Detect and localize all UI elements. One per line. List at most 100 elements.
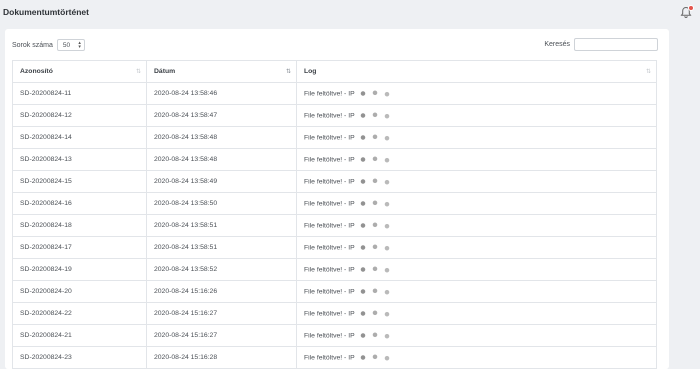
cell-id: SD-20200824-15 <box>12 170 147 193</box>
rows-per-page-control: Sorok száma 50 ▴ ▾ <box>12 39 85 51</box>
cell-date: 2020-08-24 15:16:26 <box>146 280 297 303</box>
cell-date: 2020-08-24 13:58:49 <box>146 170 297 193</box>
redacted-ip <box>356 265 397 273</box>
table-row[interactable]: SD-20200824-18 2020-08-24 13:58:51 File … <box>12 214 657 237</box>
cell-log: File feltöltve! - IP <box>296 324 657 347</box>
log-text: File feltöltve! - IP <box>304 222 355 230</box>
cell-date: 2020-08-24 13:58:47 <box>146 104 297 127</box>
redacted-ip <box>356 353 397 361</box>
cell-date: 2020-08-24 13:58:48 <box>146 126 297 149</box>
cell-log: File feltöltve! - IP <box>296 148 657 171</box>
updown-arrows-icon: ▴ ▾ <box>78 40 81 50</box>
cell-date: 2020-08-24 13:58:50 <box>146 192 297 215</box>
redacted-ip <box>356 177 397 185</box>
table-row[interactable]: SD-20200824-20 2020-08-24 15:16:26 File … <box>12 280 657 303</box>
search-label: Keresés <box>544 41 570 48</box>
column-header-azonosito[interactable]: Azonosító ⇅ <box>12 60 147 83</box>
log-text: File feltöltve! - IP <box>304 332 355 340</box>
log-text: File feltöltve! - IP <box>304 90 355 98</box>
cell-date: 2020-08-24 15:16:28 <box>146 346 297 369</box>
notification-badge <box>688 5 694 11</box>
cell-date: 2020-08-24 13:58:46 <box>146 82 297 105</box>
table-header-row: Azonosító ⇅ Dátum ⇅ Log ⇅ <box>12 60 657 83</box>
cell-id: SD-20200824-16 <box>12 192 147 215</box>
log-text: File feltöltve! - IP <box>304 310 355 318</box>
log-text: File feltöltve! - IP <box>304 354 355 362</box>
cell-log: File feltöltve! - IP <box>296 258 657 281</box>
redacted-ip <box>356 243 397 251</box>
history-card: Sorok száma 50 ▴ ▾ Keresés Azonosító ⇅ Dá… <box>5 29 669 369</box>
table-row[interactable]: SD-20200824-19 2020-08-24 13:58:52 File … <box>12 258 657 281</box>
cell-log: File feltöltve! - IP <box>296 214 657 237</box>
table-row[interactable]: SD-20200824-13 2020-08-24 13:58:48 File … <box>12 148 657 171</box>
table-row[interactable]: SD-20200824-12 2020-08-24 13:58:47 File … <box>12 104 657 127</box>
table-row[interactable]: SD-20200824-21 2020-08-24 15:16:27 File … <box>12 324 657 347</box>
search-control: Keresés <box>544 38 658 51</box>
log-text: File feltöltve! - IP <box>304 288 355 296</box>
cell-date: 2020-08-24 15:16:27 <box>146 302 297 325</box>
column-header-datum[interactable]: Dátum ⇅ <box>146 60 297 83</box>
redacted-ip <box>356 309 397 317</box>
cell-date: 2020-08-24 13:58:51 <box>146 214 297 237</box>
cell-id: SD-20200824-11 <box>12 82 147 105</box>
redacted-ip <box>356 89 397 97</box>
cell-date: 2020-08-24 15:16:27 <box>146 324 297 347</box>
cell-id: SD-20200824-14 <box>12 126 147 149</box>
table-row[interactable]: SD-20200824-22 2020-08-24 15:16:27 File … <box>12 302 657 325</box>
top-bar: Dokumentumtörténet <box>0 0 700 28</box>
table-row[interactable]: SD-20200824-11 2020-08-24 13:58:46 File … <box>12 82 657 105</box>
cell-date: 2020-08-24 13:58:48 <box>146 148 297 171</box>
cell-date: 2020-08-24 13:58:51 <box>146 236 297 259</box>
search-input[interactable] <box>574 38 658 51</box>
cell-id: SD-20200824-23 <box>12 346 147 369</box>
rows-per-page-value: 50 <box>62 41 71 49</box>
column-header-label: Log <box>304 68 317 75</box>
rows-per-page-label: Sorok száma <box>12 41 53 49</box>
table-row[interactable]: SD-20200824-17 2020-08-24 13:58:51 File … <box>12 236 657 259</box>
notification-bell-button[interactable] <box>680 5 694 20</box>
cell-log: File feltöltve! - IP <box>296 236 657 259</box>
log-text: File feltöltve! - IP <box>304 156 355 164</box>
table-row[interactable]: SD-20200824-14 2020-08-24 13:58:48 File … <box>12 126 657 149</box>
cell-id: SD-20200824-22 <box>12 302 147 325</box>
cell-date: 2020-08-24 13:58:52 <box>146 258 297 281</box>
cell-log: File feltöltve! - IP <box>296 302 657 325</box>
cell-log: File feltöltve! - IP <box>296 280 657 303</box>
cell-id: SD-20200824-19 <box>12 258 147 281</box>
redacted-ip <box>356 199 397 207</box>
cell-id: SD-20200824-13 <box>12 148 147 171</box>
log-text: File feltöltve! - IP <box>304 244 355 252</box>
redacted-ip <box>356 331 397 339</box>
column-header-label: Azonosító <box>20 68 53 75</box>
cell-id: SD-20200824-12 <box>12 104 147 127</box>
log-text: File feltöltve! - IP <box>304 134 355 142</box>
column-header-log[interactable]: Log ⇅ <box>296 60 657 83</box>
cell-id: SD-20200824-18 <box>12 214 147 237</box>
cell-log: File feltöltve! - IP <box>296 82 657 105</box>
sort-icon: ⇅ <box>135 69 141 75</box>
sort-ascending-icon: ⇅ <box>285 69 291 75</box>
table-row[interactable]: SD-20200824-16 2020-08-24 13:58:50 File … <box>12 192 657 215</box>
cell-id: SD-20200824-20 <box>12 280 147 303</box>
column-header-label: Dátum <box>154 68 176 75</box>
rows-per-page-select[interactable]: 50 ▴ ▾ <box>56 39 85 51</box>
table-row[interactable]: SD-20200824-15 2020-08-24 13:58:49 File … <box>12 170 657 193</box>
redacted-ip <box>356 287 397 295</box>
cell-id: SD-20200824-21 <box>12 324 147 347</box>
cell-log: File feltöltve! - IP <box>296 126 657 149</box>
redacted-ip <box>356 155 397 163</box>
cell-id: SD-20200824-17 <box>12 236 147 259</box>
sort-icon: ⇅ <box>645 69 651 75</box>
cell-log: File feltöltve! - IP <box>296 192 657 215</box>
log-text: File feltöltve! - IP <box>304 112 355 120</box>
table-row[interactable]: SD-20200824-23 2020-08-24 15:16:28 File … <box>12 346 657 369</box>
page-title: Dokumentumtörténet <box>3 7 89 17</box>
redacted-ip <box>356 133 397 141</box>
redacted-ip <box>356 221 397 229</box>
log-text: File feltöltve! - IP <box>304 200 355 208</box>
history-table: Azonosító ⇅ Dátum ⇅ Log ⇅ SD-20200824-11… <box>12 60 657 369</box>
cell-log: File feltöltve! - IP <box>296 346 657 369</box>
log-text: File feltöltve! - IP <box>304 178 355 186</box>
cell-log: File feltöltve! - IP <box>296 170 657 193</box>
log-text: File feltöltve! - IP <box>304 266 355 274</box>
